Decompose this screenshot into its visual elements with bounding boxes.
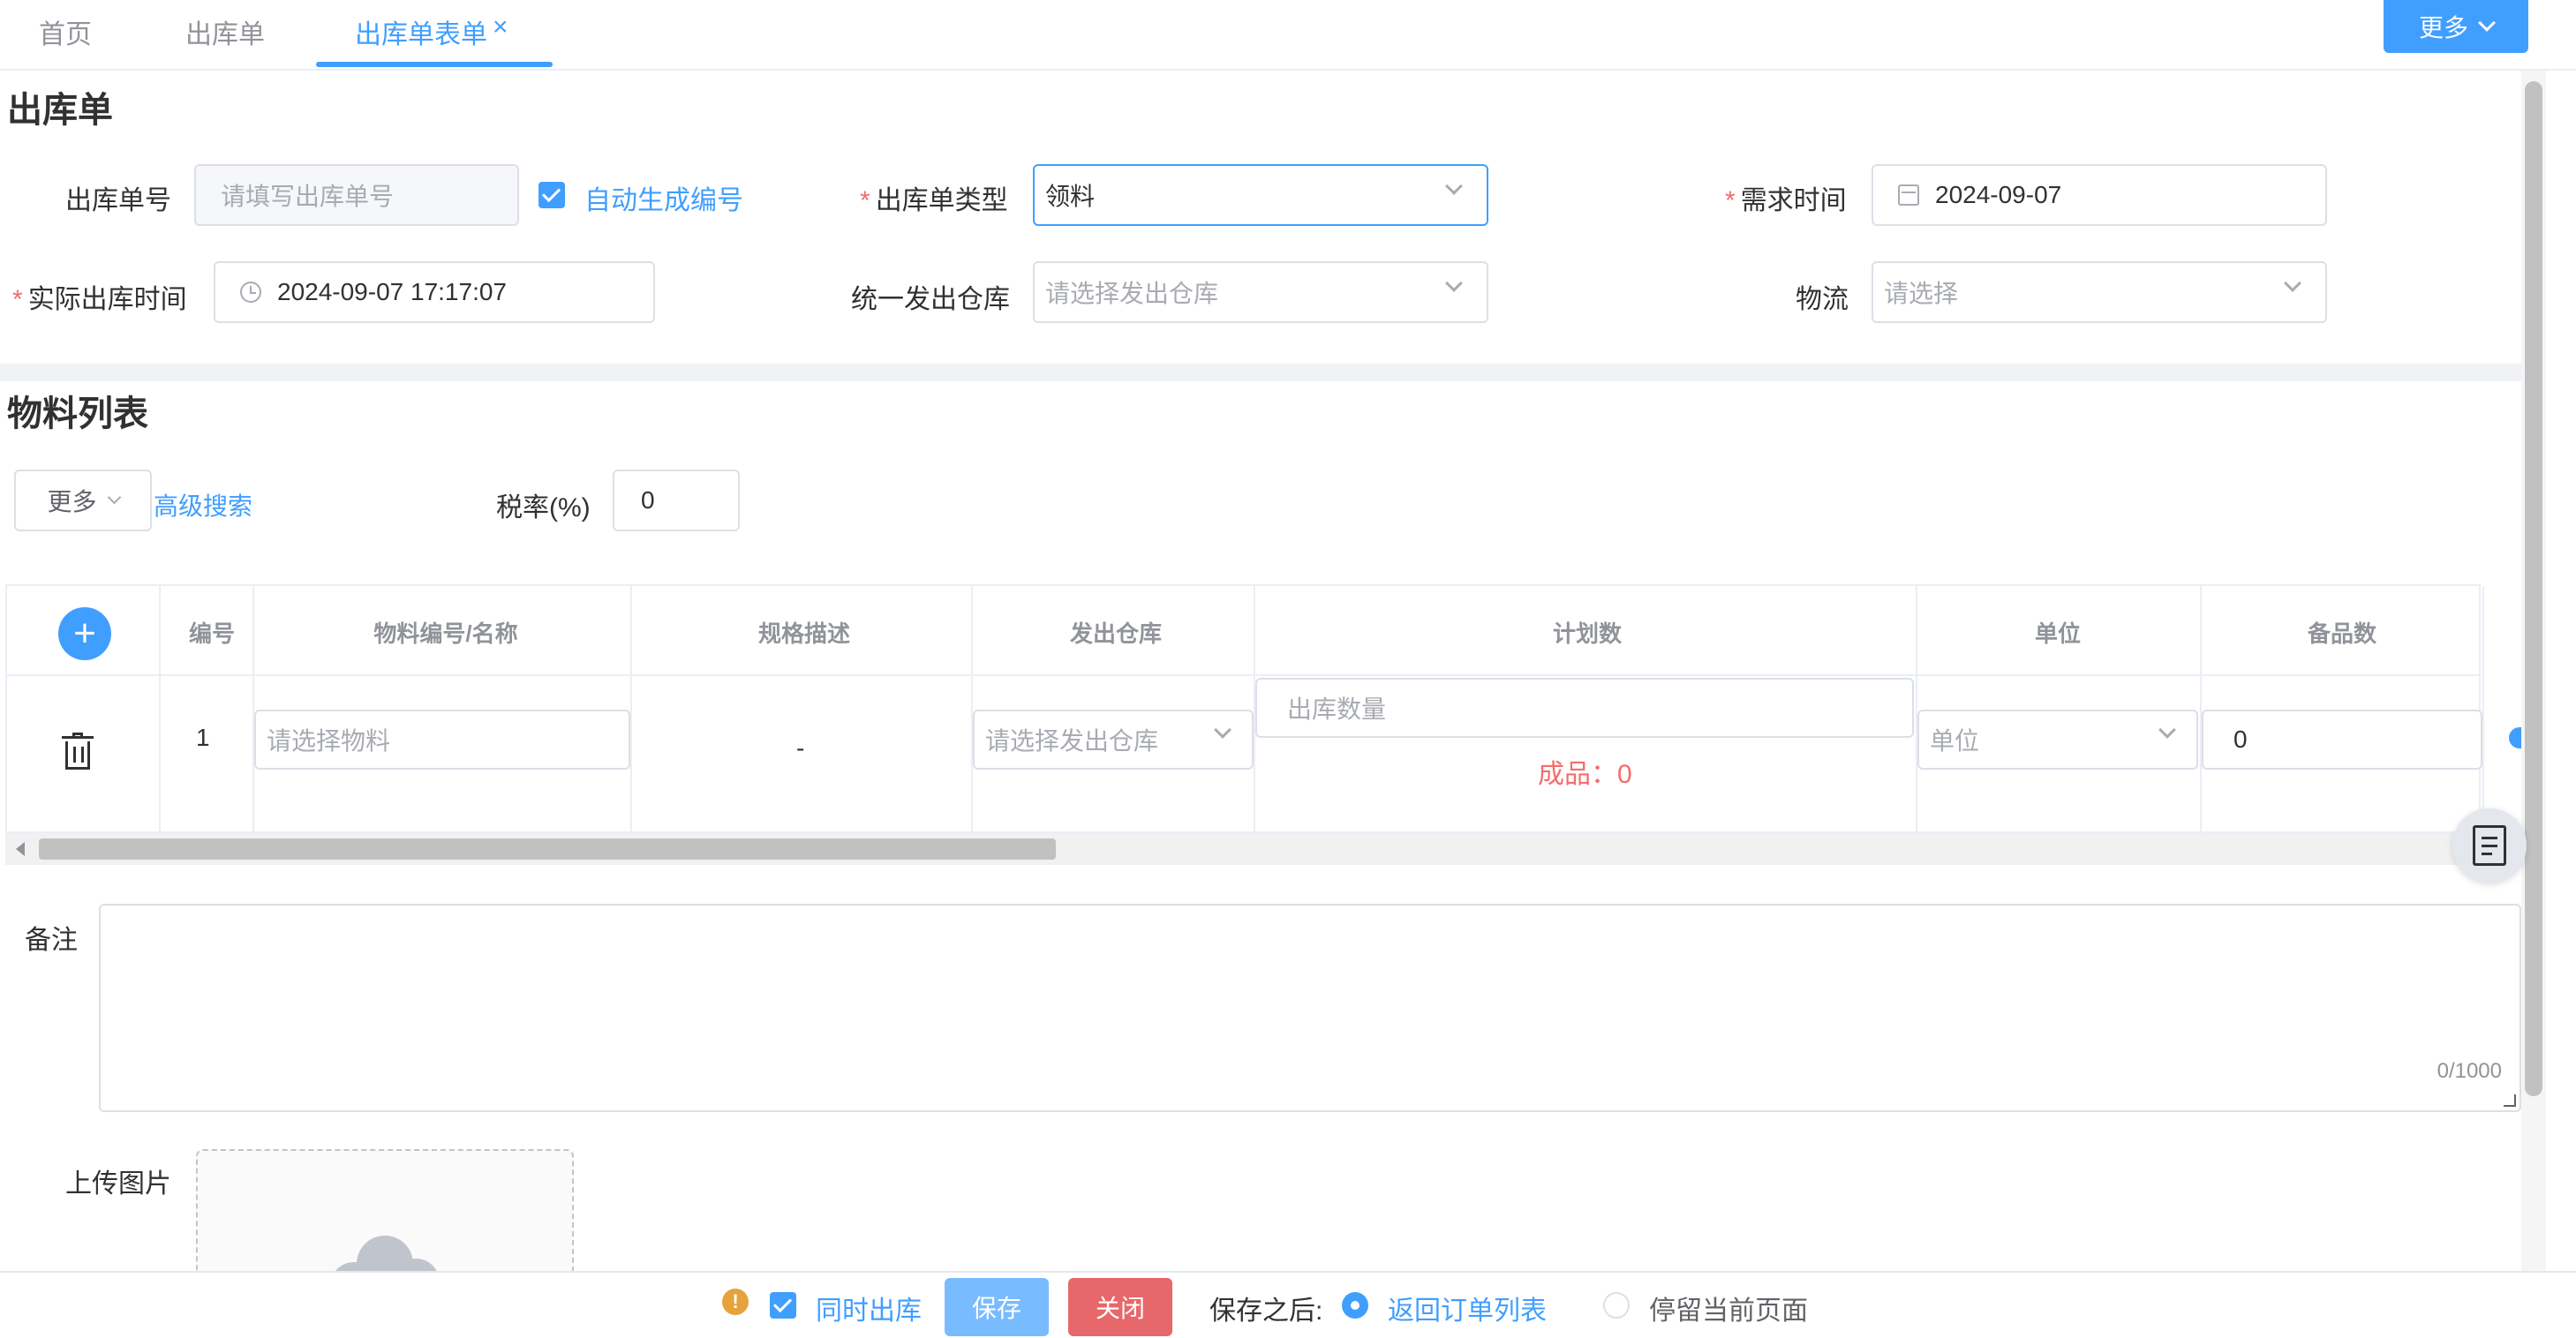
row-warehouse-placeholder: 请选择发出仓库 (985, 727, 1159, 755)
actual-time-label: * 实际出库时间 (12, 285, 187, 314)
save-button[interactable]: 保存 (945, 1278, 1049, 1336)
chevron-down-icon (1445, 177, 1463, 195)
demand-time-value: 2024-09-07 (1935, 181, 2062, 208)
form-section-title: 出库单 (7, 91, 113, 130)
column-header-no: 编号 (188, 620, 235, 647)
order-type-select[interactable]: 领料 (1033, 164, 1488, 226)
materials-more-button[interactable]: 更多 (14, 470, 152, 531)
horizontal-scrollbar-track[interactable] (5, 833, 2481, 865)
logistics-placeholder: 请选择 (1884, 280, 1959, 307)
tab-close-icon[interactable]: × (493, 12, 508, 42)
materials-more-label: 更多 (47, 488, 97, 515)
return-list-label[interactable]: 返回订单列表 (1388, 1289, 1547, 1327)
tab-outbound-list[interactable]: 出库单 (185, 12, 265, 51)
document-float-button[interactable] (2452, 808, 2527, 883)
spec-value: - (796, 734, 805, 762)
warehouse-label: 统一发出仓库 (851, 285, 1010, 314)
logistics-label: 物流 (1796, 285, 1849, 314)
finished-goods-text: 成品：0 (1538, 760, 1632, 789)
spare-qty-input[interactable]: 0 (2202, 710, 2482, 770)
delete-row-icon[interactable] (62, 733, 94, 770)
stay-page-radio[interactable] (1603, 1292, 1630, 1319)
column-header-planned-qty: 计划数 (1552, 620, 1622, 647)
resize-handle-icon[interactable] (2504, 1094, 2516, 1107)
column-header-unit: 单位 (2034, 620, 2081, 647)
order-type-value: 领料 (1045, 183, 1096, 210)
stay-page-label[interactable]: 停留当前页面 (1649, 1289, 1808, 1327)
table-header: + 编号 物料编号/名称 规格描述 发出仓库 计划数 单位 备品数 (7, 586, 2479, 676)
material-placeholder: 请选择物料 (267, 727, 391, 755)
vertical-scrollbar-thumb[interactable] (2525, 81, 2542, 1096)
chevron-down-icon (2284, 274, 2301, 292)
active-tab-indicator (316, 62, 553, 67)
advanced-search-link[interactable]: 高级搜索 (154, 487, 252, 522)
clock-icon (240, 282, 261, 303)
remarks-label: 备注 (25, 926, 78, 955)
document-icon (2473, 825, 2506, 866)
outbound-qty-placeholder: 出库数量 (1287, 695, 1387, 723)
column-header-material: 物料编号/名称 (373, 620, 518, 647)
unit-select[interactable]: 单位 (1917, 710, 2198, 770)
chevron-down-icon (107, 490, 121, 504)
tax-rate-input[interactable]: 0 (613, 470, 740, 531)
simultaneous-outbound-checkbox[interactable] (770, 1292, 796, 1319)
row-warehouse-select[interactable]: 请选择发出仓库 (973, 710, 1254, 770)
tax-rate-value: 0 (641, 486, 655, 514)
materials-table: + 编号 物料编号/名称 规格描述 发出仓库 计划数 单位 备品数 1 请选择物… (5, 584, 2484, 835)
add-row-button[interactable]: + (58, 607, 111, 660)
order-type-label: * 出库单类型 (860, 186, 1008, 215)
order-no-label: 出库单号 (65, 186, 171, 215)
row-number: 1 (196, 724, 210, 751)
top-more-label: 更多 (2418, 14, 2468, 41)
chevron-down-icon (2478, 14, 2496, 32)
order-no-placeholder: 请填写出库单号 (221, 183, 395, 210)
remarks-counter: 0/1000 (2437, 1059, 2502, 1083)
after-save-label: 保存之后: (1209, 1297, 1323, 1326)
auto-generate-label[interactable]: 自动生成编号 (584, 178, 743, 217)
material-select-input[interactable]: 请选择物料 (254, 710, 630, 770)
tab-home[interactable]: 首页 (39, 12, 92, 51)
demand-time-label: * 需求时间 (1725, 186, 1847, 215)
actual-time-value: 2024-09-07 17:17:07 (277, 278, 507, 305)
unit-placeholder: 单位 (1930, 727, 1980, 755)
upload-label: 上传图片 (65, 1169, 171, 1199)
warehouse-placeholder: 请选择发出仓库 (1045, 280, 1219, 307)
scroll-left-arrow-icon[interactable] (16, 842, 25, 856)
chevron-down-icon (2158, 721, 2176, 739)
close-button[interactable]: 关闭 (1068, 1278, 1172, 1336)
section-divider (0, 364, 2521, 381)
demand-time-picker[interactable]: 2024-09-07 (1872, 164, 2327, 226)
order-no-input[interactable]: 请填写出库单号 (194, 164, 519, 226)
return-list-radio[interactable] (1342, 1292, 1368, 1319)
materials-section-title: 物料列表 (7, 395, 148, 433)
calendar-icon (1898, 184, 1919, 206)
logistics-select[interactable]: 请选择 (1872, 261, 2327, 323)
remarks-textarea[interactable]: 0/1000 (99, 904, 2521, 1112)
outbound-qty-input[interactable]: 出库数量 (1255, 678, 1914, 738)
row-action-indicator[interactable] (2509, 727, 2521, 748)
column-header-spare: 备品数 (2307, 620, 2376, 647)
chevron-down-icon (1445, 274, 1463, 292)
column-header-warehouse: 发出仓库 (1069, 620, 1162, 647)
warning-icon: ! (722, 1289, 749, 1315)
column-header-spec: 规格描述 (757, 620, 850, 647)
actual-time-picker[interactable]: 2024-09-07 17:17:07 (214, 261, 655, 323)
top-more-button[interactable]: 更多 (2384, 0, 2528, 53)
simultaneous-outbound-label[interactable]: 同时出库 (816, 1289, 922, 1327)
horizontal-scrollbar-thumb[interactable] (39, 838, 1056, 860)
auto-generate-checkbox[interactable] (539, 182, 565, 208)
tab-outbound-form[interactable]: 出库单表单 (355, 12, 487, 51)
spare-qty-value: 0 (2233, 725, 2248, 753)
tax-rate-label: 税率(%) (496, 493, 591, 522)
warehouse-select[interactable]: 请选择发出仓库 (1033, 261, 1488, 323)
chevron-down-icon (1214, 721, 1232, 739)
tab-bar: 首页 出库单 出库单表单 × 更多 (0, 0, 2576, 71)
